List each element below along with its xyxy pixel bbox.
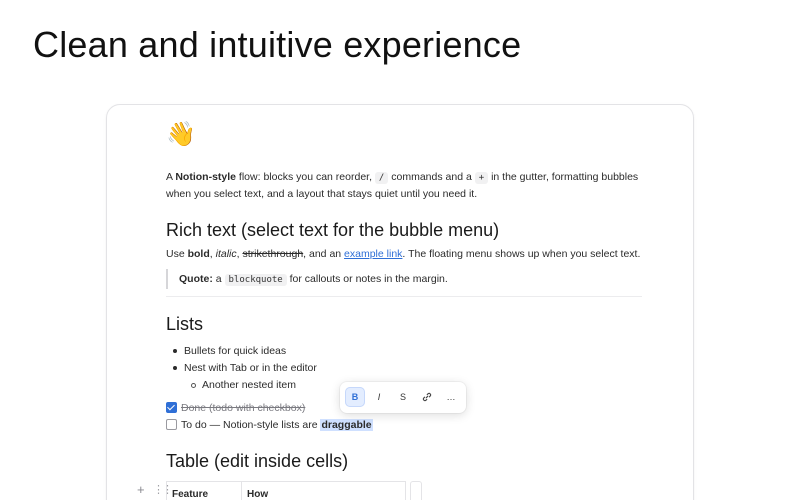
list-item-text: Another nested item	[202, 379, 296, 391]
todo-text[interactable]: Done (todo with checkbox)	[181, 400, 305, 416]
example-link[interactable]: example link	[344, 248, 402, 260]
intro-bold: Notion-style	[175, 171, 237, 183]
checkbox-unchecked[interactable]	[166, 419, 177, 430]
bullet-dot-icon	[173, 366, 177, 370]
quote-pre: a	[212, 273, 225, 285]
intro-paragraph[interactable]: A Notion-style flow: blocks you can reor…	[166, 169, 642, 202]
bubble-menu: B I S …	[340, 382, 466, 413]
checkbox-checked[interactable]	[166, 402, 177, 413]
drag-handle-icon[interactable]: ⋮⋮	[153, 483, 173, 496]
italic-button[interactable]: I	[369, 387, 389, 407]
divider	[166, 296, 642, 297]
add-block-icon[interactable]: +	[137, 482, 145, 497]
bullet-dot-icon	[173, 349, 177, 353]
rich-tail: . The floating menu shows up when you se…	[402, 248, 641, 260]
rich-sep3: , and an	[303, 248, 345, 260]
table[interactable]: Feature How	[166, 481, 406, 500]
blockquote-code: blockquote	[224, 274, 287, 286]
intro-prefix: A	[166, 171, 176, 183]
rich-text-paragraph[interactable]: Use bold, italic, strikethrough, and an …	[166, 246, 642, 262]
editor-card: 👋 A Notion-style flow: blocks you can re…	[106, 104, 694, 500]
hero-title: Clean and intuitive experience	[33, 24, 522, 65]
list-item[interactable]: Bullets for quick ideas	[173, 343, 473, 360]
slash-code: /	[374, 172, 389, 184]
strike-button[interactable]: S	[393, 387, 413, 407]
plus-code: +	[474, 172, 489, 184]
table-header-cell[interactable]: How	[241, 482, 406, 500]
intro-part2: commands and a	[388, 171, 475, 183]
more-options-button[interactable]: …	[441, 387, 461, 407]
quote-post: for callouts or notes in the margin.	[286, 273, 448, 285]
list-item-text: Nest with Tab or in the editor	[184, 362, 317, 374]
rich-italic: italic	[215, 248, 237, 260]
add-column-handle[interactable]	[410, 481, 422, 500]
list-item-text: Bullets for quick ideas	[184, 345, 287, 357]
link-button[interactable]	[417, 387, 437, 407]
rich-bold: bold	[187, 248, 210, 260]
table-heading[interactable]: Table (edit inside cells)	[166, 449, 348, 473]
rich-strike: strikethrough	[242, 248, 304, 260]
hollow-bullet-icon	[191, 383, 196, 388]
intro-part1: flow: blocks you can reorder,	[236, 171, 375, 183]
table-header-cell[interactable]: Feature	[172, 482, 240, 500]
todo-text-prefix: To do — Notion-style lists are	[181, 419, 321, 431]
quote-label: Quote:	[179, 273, 213, 285]
bold-button[interactable]: B	[345, 387, 365, 407]
link-icon	[417, 392, 437, 402]
rich-text-heading[interactable]: Rich text (select text for the bubble me…	[166, 218, 499, 242]
list-item[interactable]: Nest with Tab or in the editor	[173, 360, 473, 377]
waving-hand-emoji: 👋	[166, 121, 196, 148]
blockquote[interactable]: Quote: a blockquote for callouts or note…	[166, 269, 642, 289]
lists-heading[interactable]: Lists	[166, 312, 203, 336]
todo-text[interactable]: To do — Notion-style lists are draggable	[181, 417, 373, 433]
todo-item-open: To do — Notion-style lists are draggable	[166, 417, 466, 433]
rich-use: Use	[166, 248, 188, 260]
selected-text: draggable	[320, 419, 373, 431]
